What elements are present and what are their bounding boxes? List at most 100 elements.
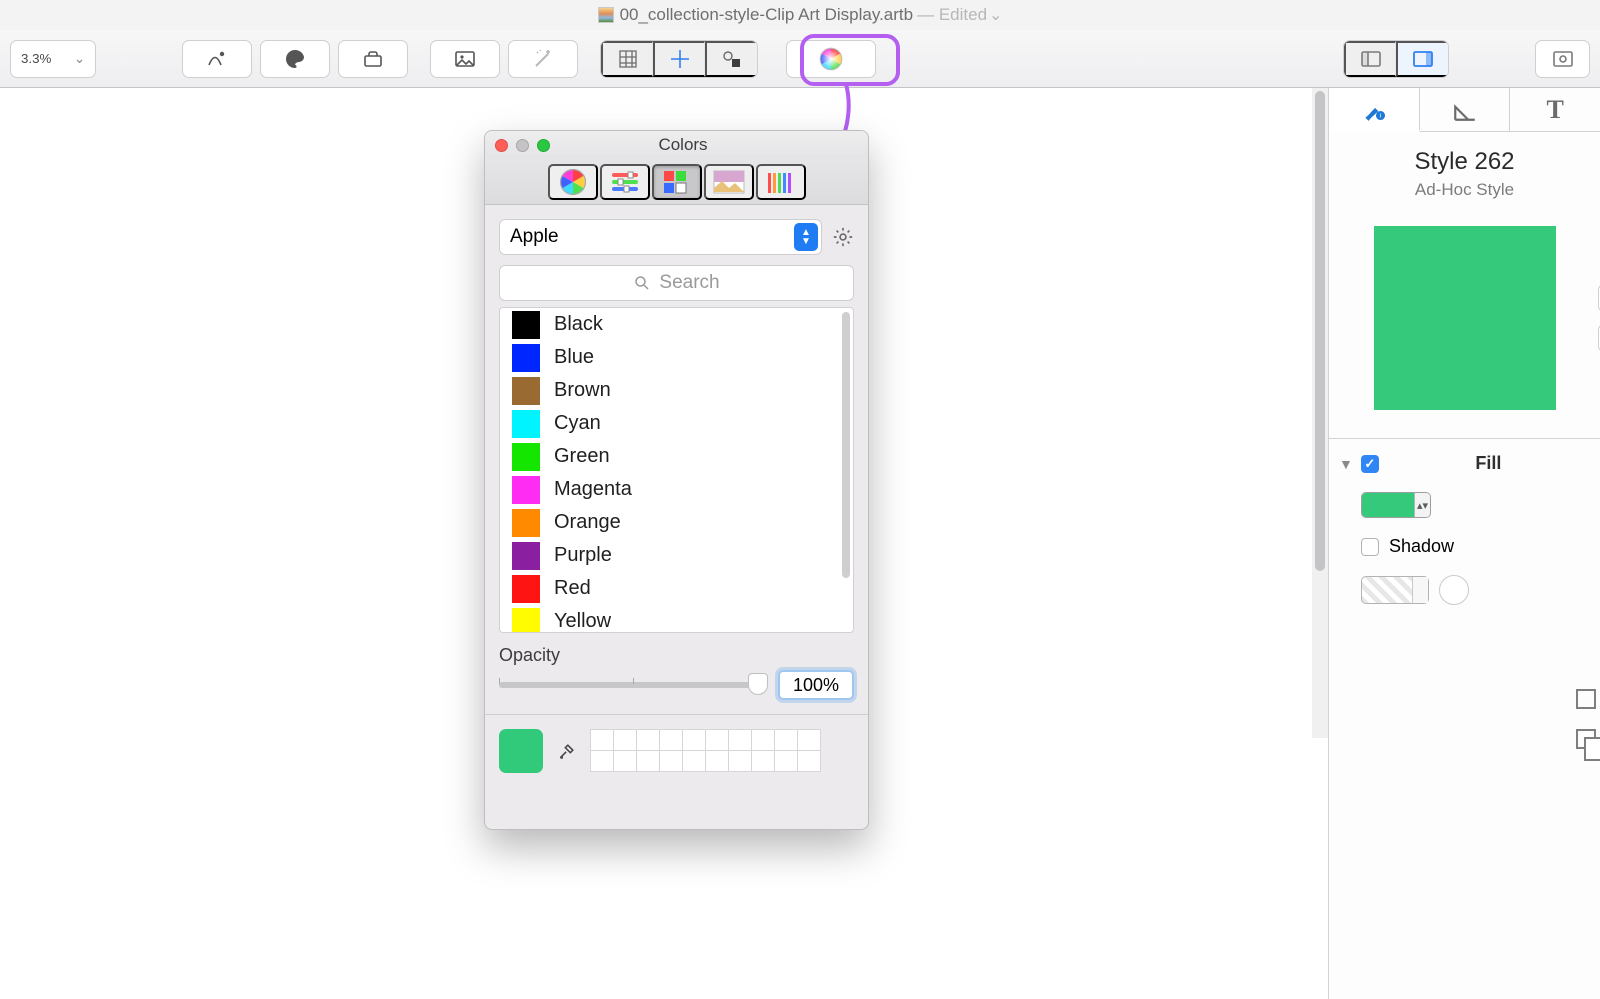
paint-tool-button[interactable] [260,40,330,78]
color-chip [512,377,540,405]
colors-footer [485,714,868,787]
gear-window-icon [1551,47,1575,71]
color-name-label: Orange [554,511,621,534]
color-chip [512,509,540,537]
disclosure-triangle-icon[interactable]: ▼ [1339,456,1353,472]
zoom-value: 3.3% [21,51,51,66]
document-edited-status[interactable]: — Edited [917,5,987,25]
window-close-button[interactable] [495,139,508,152]
color-list-item[interactable]: Red [500,572,853,605]
color-list-scrollbar[interactable] [842,312,850,578]
color-list-item[interactable]: Black [500,308,853,341]
color-list[interactable]: Black BlueBrown Cyan GreenMagenta Orange Purp… [499,307,854,633]
stepper-icon[interactable]: ▴▾ [1414,493,1430,517]
pencils-icon [766,169,796,195]
color-list-item[interactable]: Purple [500,539,853,572]
chevron-down-icon: ⌄ [74,51,85,67]
snap-toggle-button[interactable] [705,41,757,77]
window-title-bar: 00_collection-style-Clip Art Display.art… [0,0,1600,30]
image-icon [713,170,745,194]
color-sliders-tab[interactable] [600,164,650,200]
shadow-enabled-checkbox[interactable] [1361,538,1379,556]
text-icon: T [1547,95,1564,125]
color-name-label: Cyan [554,412,601,435]
color-palettes-tab[interactable] [652,164,702,200]
color-list-item[interactable]: Brown [500,374,853,407]
color-chip [512,608,540,634]
colors-mode-toolbar [485,159,868,205]
gear-icon [832,226,854,248]
stepper-arrows-icon: ▲▼ [794,223,818,251]
color-chip [512,311,540,339]
saved-swatches-grid[interactable] [591,730,854,772]
document-icon [598,7,614,23]
color-list-item[interactable]: Blue [500,341,853,374]
color-chip [512,410,540,438]
color-wheel-icon [818,46,844,72]
eyedropper-button[interactable] [557,741,577,761]
color-chip [512,542,540,570]
inspector-tabs: i T [1329,88,1600,132]
library-tool-button[interactable] [338,40,408,78]
color-wheel-tab[interactable] [548,164,598,200]
color-name-label: Black [554,313,603,336]
fill-section-label: Fill [1387,453,1590,474]
panel-toggle-segmented [1343,40,1449,78]
style-subtitle-label: Ad-Hoc Style [1339,180,1590,200]
fill-section-header[interactable]: ▼ ✓ Fill [1339,453,1590,486]
colors-tool-button[interactable] [786,40,876,78]
inspector-tab-style[interactable]: i [1329,88,1420,132]
color-list-item[interactable]: Orange [500,506,853,539]
magic-wand-icon [531,47,555,71]
inspector-panel: i T Style 262 Ad-Hoc Style [1328,88,1600,999]
color-chip [512,476,540,504]
bounds-double-icon[interactable] [1576,729,1596,749]
grid-icon [616,47,640,71]
draw-tool-button[interactable] [182,40,252,78]
colors-titlebar[interactable]: Colors [485,131,868,159]
zoom-level-button[interactable]: 3.3% ⌄ [10,40,96,78]
brush-info-icon: i [1361,96,1387,122]
canvas-vertical-scrollbar[interactable] [1312,88,1328,738]
color-name-label: Red [554,577,591,600]
grid-toggle-button[interactable] [601,41,653,77]
opacity-slider-thumb[interactable] [748,673,768,695]
palette-select[interactable]: Apple ▲▼ [499,219,822,255]
title-chevron-down-icon[interactable]: ⌄ [989,5,1002,25]
crosshair-icon [668,47,692,71]
color-list-item[interactable]: Magenta [500,473,853,506]
color-chip [512,575,540,603]
inspector-tab-geometry[interactable] [1420,88,1511,131]
image-tool-button[interactable] [430,40,500,78]
image-palettes-tab[interactable] [704,164,754,200]
bounds-single-icon[interactable] [1576,689,1596,709]
search-placeholder: Search [659,272,719,294]
image-icon [453,47,477,71]
opacity-value-field[interactable]: 100% [778,670,854,700]
sidebar-left-icon [1359,47,1383,71]
left-panel-toggle-button[interactable] [1344,41,1396,77]
right-panel-toggle-button[interactable] [1396,41,1448,77]
effects-tool-button[interactable] [508,40,578,78]
angle-knob[interactable] [1439,575,1469,605]
grid-guides-segmented [600,40,758,78]
document-title: 00_collection-style-Clip Art Display.art… [620,5,914,25]
color-chip [512,443,540,471]
preferences-button[interactable] [1535,40,1590,78]
guides-toggle-button[interactable] [653,41,705,77]
palette-settings-button[interactable] [832,226,854,248]
palette-grid-icon [662,169,692,195]
color-list-item[interactable]: Cyan [500,407,853,440]
fill-color-well[interactable]: ▴▾ [1361,492,1431,518]
opacity-well[interactable] [1361,576,1429,604]
fill-enabled-checkbox[interactable]: ✓ [1361,455,1379,473]
opacity-slider[interactable] [499,682,766,688]
color-list-item[interactable]: Green [500,440,853,473]
color-search-input[interactable]: Search [499,265,854,301]
main-toolbar: 3.3% ⌄ [0,30,1600,88]
inspector-tab-text[interactable]: T [1510,88,1600,131]
color-name-label: Yellow [554,610,611,633]
pencils-tab[interactable] [756,164,806,200]
color-list-item[interactable]: Yellow [500,605,853,633]
current-color-swatch[interactable] [499,729,543,773]
